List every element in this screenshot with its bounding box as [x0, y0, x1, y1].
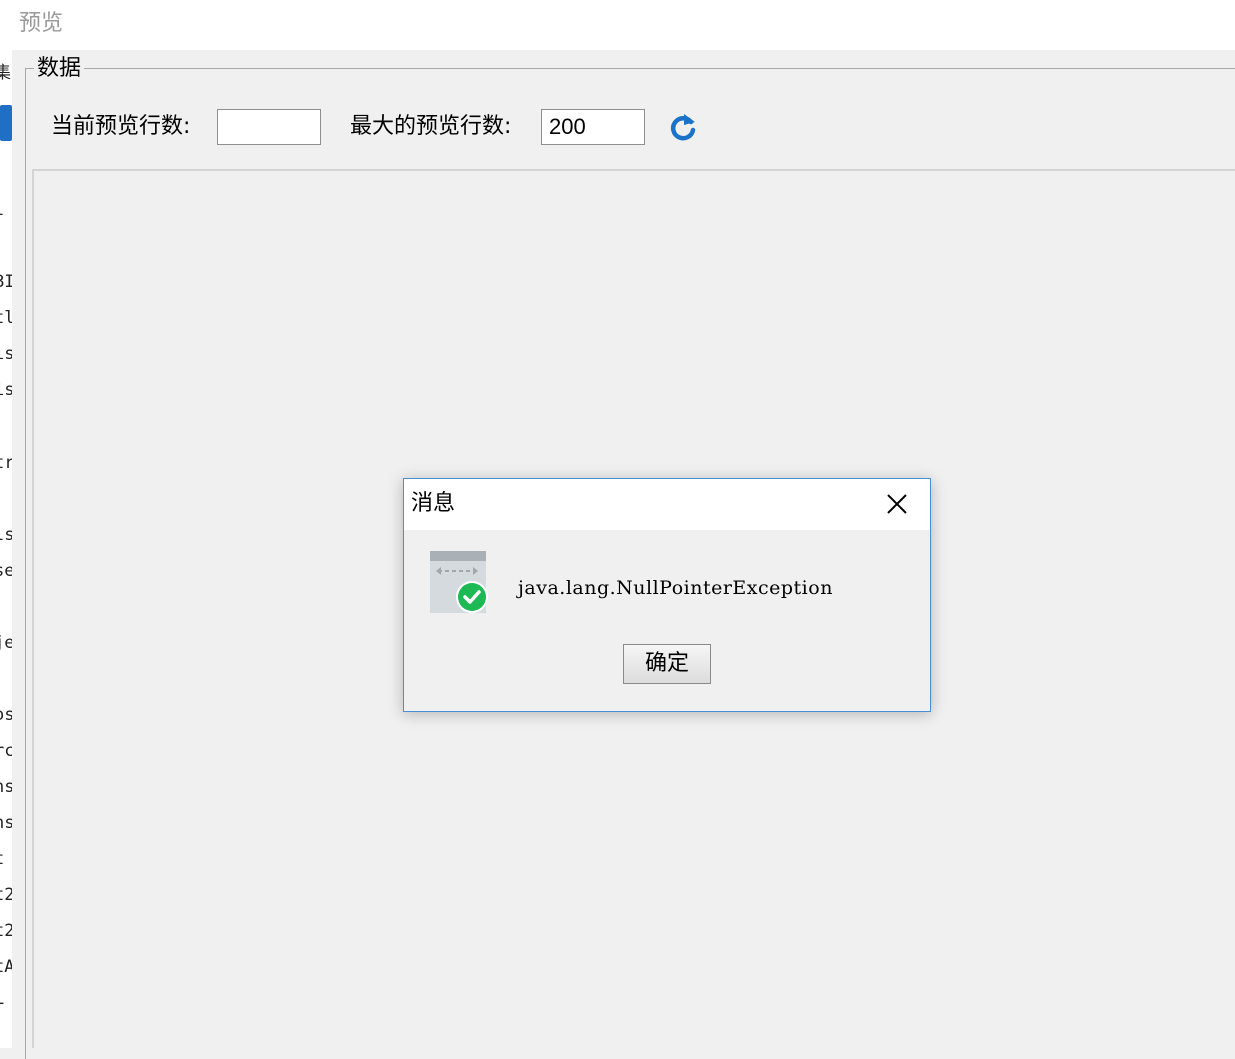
message-dialog: 消息 java.lang.NullPointerException 确定 — [403, 478, 931, 712]
max-rows-input[interactable] — [541, 109, 645, 145]
ok-button[interactable]: 确定 — [623, 644, 711, 684]
dialog-title: 消息 — [411, 491, 456, 516]
window-title: 预览 — [19, 11, 64, 36]
current-rows-input[interactable] — [217, 109, 321, 145]
close-icon — [887, 494, 907, 514]
refresh-button[interactable] — [665, 110, 701, 146]
window-titlebar[interactable]: 预览 — [12, 0, 1235, 50]
background-window-icon — [0, 105, 12, 141]
current-rows-label: 当前预览行数: — [51, 114, 191, 139]
success-check-icon — [428, 549, 492, 617]
dialog-titlebar[interactable]: 消息 — [404, 479, 930, 530]
dialog-message: java.lang.NullPointerException — [518, 577, 833, 599]
dialog-close-button[interactable] — [878, 485, 916, 523]
group-title: 数据 — [34, 54, 85, 84]
max-rows-label: 最大的预览行数: — [350, 114, 512, 139]
refresh-icon — [670, 114, 696, 141]
